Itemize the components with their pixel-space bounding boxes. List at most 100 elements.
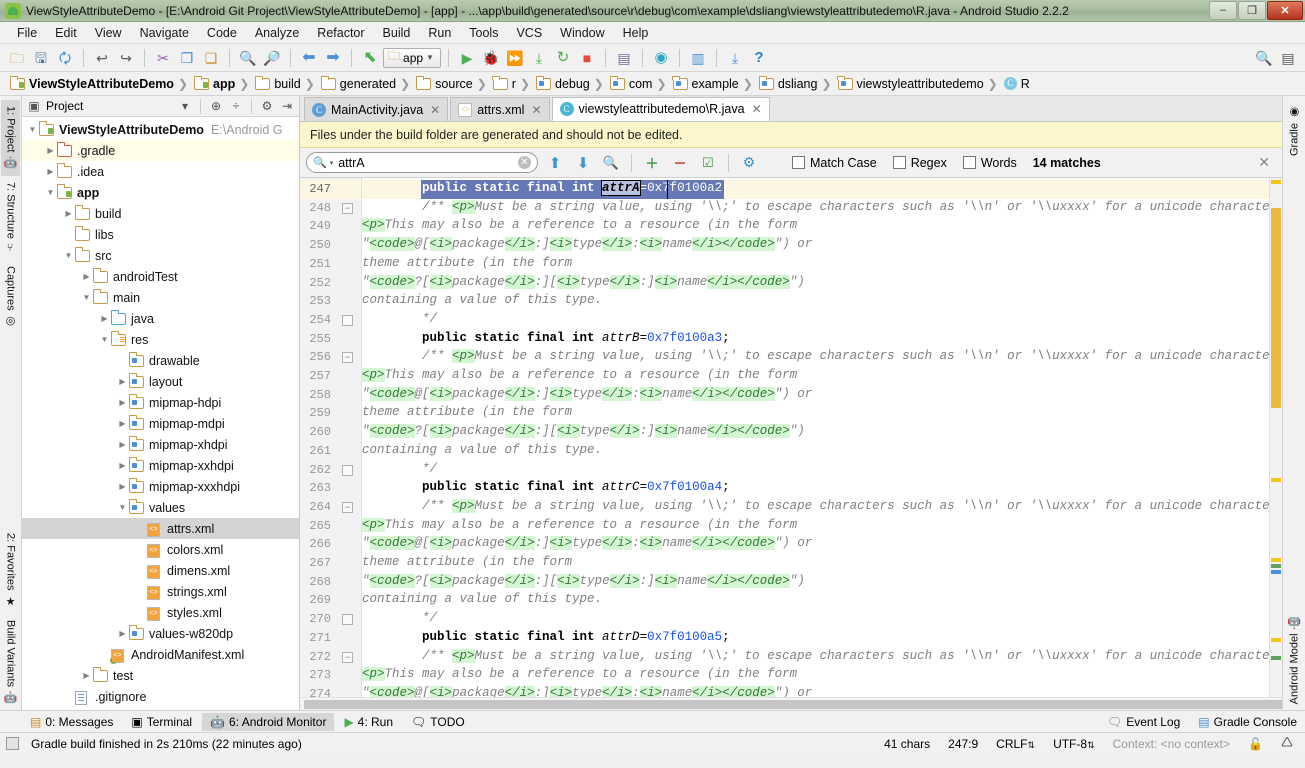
add-selection-button[interactable]: ＋ [641, 152, 663, 174]
breadcrumb-item-app[interactable]: app [190, 75, 237, 92]
fold-end-icon[interactable] [342, 314, 353, 326]
bottom-toolwindow-6androidmonitor[interactable]: 🤖 6: Android Monitor [202, 712, 335, 731]
clear-search-icon[interactable]: ✕ [518, 156, 531, 169]
breadcrumb-item-debug[interactable]: debug [532, 75, 592, 92]
menu-item-help[interactable]: Help [614, 24, 658, 42]
select-all-occurrences-button[interactable]: ☑ [697, 152, 719, 174]
code-line[interactable]: <p>This may also be a reference to a res… [362, 667, 797, 682]
close-tab-icon[interactable]: ✕ [752, 102, 762, 116]
chevron-right-icon[interactable]: ▶ [116, 419, 129, 428]
menu-item-navigate[interactable]: Navigate [131, 24, 198, 42]
fold-collapse-icon[interactable]: − [342, 352, 353, 364]
code-line[interactable]: theme attribute (in the form [362, 256, 572, 270]
layout-toggle-icon[interactable]: ▤ [1277, 47, 1299, 69]
code-line[interactable]: containing a value of this type. [362, 443, 602, 457]
regex-checkbox[interactable]: Regex [892, 156, 947, 170]
bottom-toolwindow-4run[interactable]: ▶ 4: Run [336, 713, 401, 731]
line-number-gutter[interactable]: 247 248−249 250 251 252 253 254 255 256−257 258 25… [300, 178, 362, 697]
menu-item-build[interactable]: Build [374, 24, 420, 42]
find-next-button[interactable]: ⬇ [572, 152, 594, 174]
chevron-right-icon[interactable]: ▶ [116, 629, 129, 638]
hide-panel-icon[interactable]: ⇥ [279, 98, 295, 114]
code-line[interactable]: "<code>@[<i>package</i>:]<i>type</i>:<i>… [362, 386, 812, 401]
words-checkbox[interactable]: Words [962, 156, 1017, 170]
line-separator[interactable]: CRLF⇅ [990, 737, 1041, 751]
chevron-right-icon[interactable]: ▶ [116, 461, 129, 470]
bottom-toolwindow-gradleconsole[interactable]: ▤ Gradle Console [1190, 713, 1305, 731]
code-line[interactable]: <p>This may also be a reference to a res… [362, 368, 797, 382]
breadcrumb-item-build[interactable]: build [251, 75, 302, 92]
chevron-right-icon[interactable]: ▶ [116, 440, 129, 449]
breadcrumb-item-viewstyleattributedemo[interactable]: viewstyleattributedemo [834, 75, 986, 92]
search-input[interactable] [336, 154, 515, 171]
code-line[interactable]: "<code>?[<i>package</i>:][<i>type</i>:]<… [362, 424, 805, 439]
fold-collapse-icon[interactable]: − [342, 501, 353, 513]
breadcrumb-item-r[interactable]: CR [1000, 76, 1032, 92]
horizontal-scroll-thumb[interactable] [304, 700, 1305, 709]
tree-node-values[interactable]: ▼ values [22, 497, 299, 518]
editor-tab-mainactivityjava[interactable]: C MainActivity.java ✕ [304, 97, 449, 121]
toolwindow-tab-buildvariants[interactable]: Build Variants 🤖 [1, 614, 20, 711]
error-stripe-mark[interactable] [1271, 570, 1281, 574]
tree-node-main[interactable]: ▼ main [22, 287, 299, 308]
layout-inspector-icon[interactable]: ▥ [687, 47, 709, 69]
minimize-button[interactable]: – [1209, 0, 1237, 20]
code-line[interactable]: public static final int attrC=0x7f0100a4… [362, 480, 730, 494]
tree-node-androidmanifestxml[interactable]: AndroidManifest.xml [22, 644, 299, 665]
tree-node-attrsxml[interactable]: attrs.xml [22, 518, 299, 540]
chevron-down-icon[interactable]: ▼ [80, 293, 93, 302]
collapse-all-icon[interactable]: ⊕ [208, 98, 224, 114]
editor-tab-attrsxml[interactable]: <> attrs.xml ✕ [450, 97, 550, 121]
chevron-right-icon[interactable]: ▶ [80, 671, 93, 680]
error-stripe-mark[interactable] [1271, 638, 1281, 642]
remove-selection-button[interactable]: － [669, 152, 691, 174]
search-input-wrapper[interactable]: 🔍 ▾ ✕ [306, 152, 538, 173]
chevron-down-icon[interactable]: ▼ [116, 503, 129, 512]
menu-item-run[interactable]: Run [419, 24, 460, 42]
editor-tab-viewstyleattributedemorjava[interactable]: Cviewstyleattributedemo\R.java ✕ [551, 97, 770, 121]
copy-icon[interactable]: ❐ [176, 47, 198, 69]
build-hammer-icon[interactable]: ⬉ [359, 47, 381, 69]
chevron-down-icon[interactable]: ▼ [44, 188, 57, 197]
close-tab-icon[interactable]: ✕ [531, 103, 541, 117]
tree-node-layout[interactable]: ▶ layout [22, 371, 299, 392]
maximize-button[interactable]: ❐ [1238, 0, 1266, 20]
code-line[interactable]: "<code>?[<i>package</i>:][<i>type</i>:]<… [362, 573, 805, 588]
close-tab-icon[interactable]: ✕ [430, 103, 440, 117]
code-line[interactable]: public static final int attrA=0x7f0100a2… [362, 180, 730, 196]
stop-icon[interactable]: ■ [576, 47, 598, 69]
code-line[interactable]: /** <p>Must be a string value, using '\\… [362, 199, 1269, 214]
toolwindow-tab-androidmodel[interactable]: Android Model 🤖 [1285, 610, 1304, 710]
tree-node-res[interactable]: ▼ res [22, 329, 299, 350]
bottom-toolwindow-terminal[interactable]: ▣ Terminal [123, 713, 200, 731]
close-findbar-button[interactable]: ✕ [1258, 154, 1276, 171]
avd-manager-icon[interactable]: ▤ [613, 47, 635, 69]
toolwindow-tab-captures[interactable]: Captures ◎ [1, 260, 20, 334]
tree-node-colorsxml[interactable]: colors.xml [22, 539, 299, 560]
tree-node-dimensxml[interactable]: dimens.xml [22, 560, 299, 581]
undo-icon[interactable]: ↩ [91, 47, 113, 69]
tree-node-mipmapxhdpi[interactable]: ▶ mipmap-xhdpi [22, 434, 299, 455]
error-stripe-mark[interactable] [1271, 180, 1281, 184]
tree-node-mipmapmdpi[interactable]: ▶ mipmap-mdpi [22, 413, 299, 434]
toolwindow-tab-structure[interactable]: 7: Structure ⑂ [2, 176, 20, 260]
breadcrumb-item-example[interactable]: example [669, 75, 741, 92]
save-all-icon[interactable]: 🖫 [30, 47, 52, 69]
run-icon[interactable]: ▶ [456, 47, 478, 69]
chevron-down-icon[interactable]: ▼ [98, 335, 111, 344]
menu-item-view[interactable]: View [86, 24, 131, 42]
menu-item-refactor[interactable]: Refactor [308, 24, 373, 42]
chevron-right-icon[interactable]: ▶ [44, 167, 57, 176]
breadcrumb-item-source[interactable]: source [412, 75, 475, 92]
project-tree[interactable]: ▼ ViewStyleAttributeDemo E:\Android G ▶ .gra… [22, 117, 299, 710]
inspection-icon[interactable]: 🛆 [1275, 733, 1299, 754]
chevron-down-icon[interactable]: ▾ [177, 98, 193, 114]
paste-icon[interactable]: ❏ [200, 47, 222, 69]
tree-node-gitignore[interactable]: .gitignore [22, 686, 299, 707]
fold-collapse-icon[interactable]: − [342, 202, 353, 214]
help-icon[interactable]: ? [748, 47, 770, 69]
tree-node-libs[interactable]: libs [22, 224, 299, 245]
breadcrumb-item-viewstyleattributedemo[interactable]: ViewStyleAttributeDemo [6, 75, 176, 92]
menu-item-vcs[interactable]: VCS [507, 24, 551, 42]
fold-end-icon[interactable] [342, 464, 353, 476]
